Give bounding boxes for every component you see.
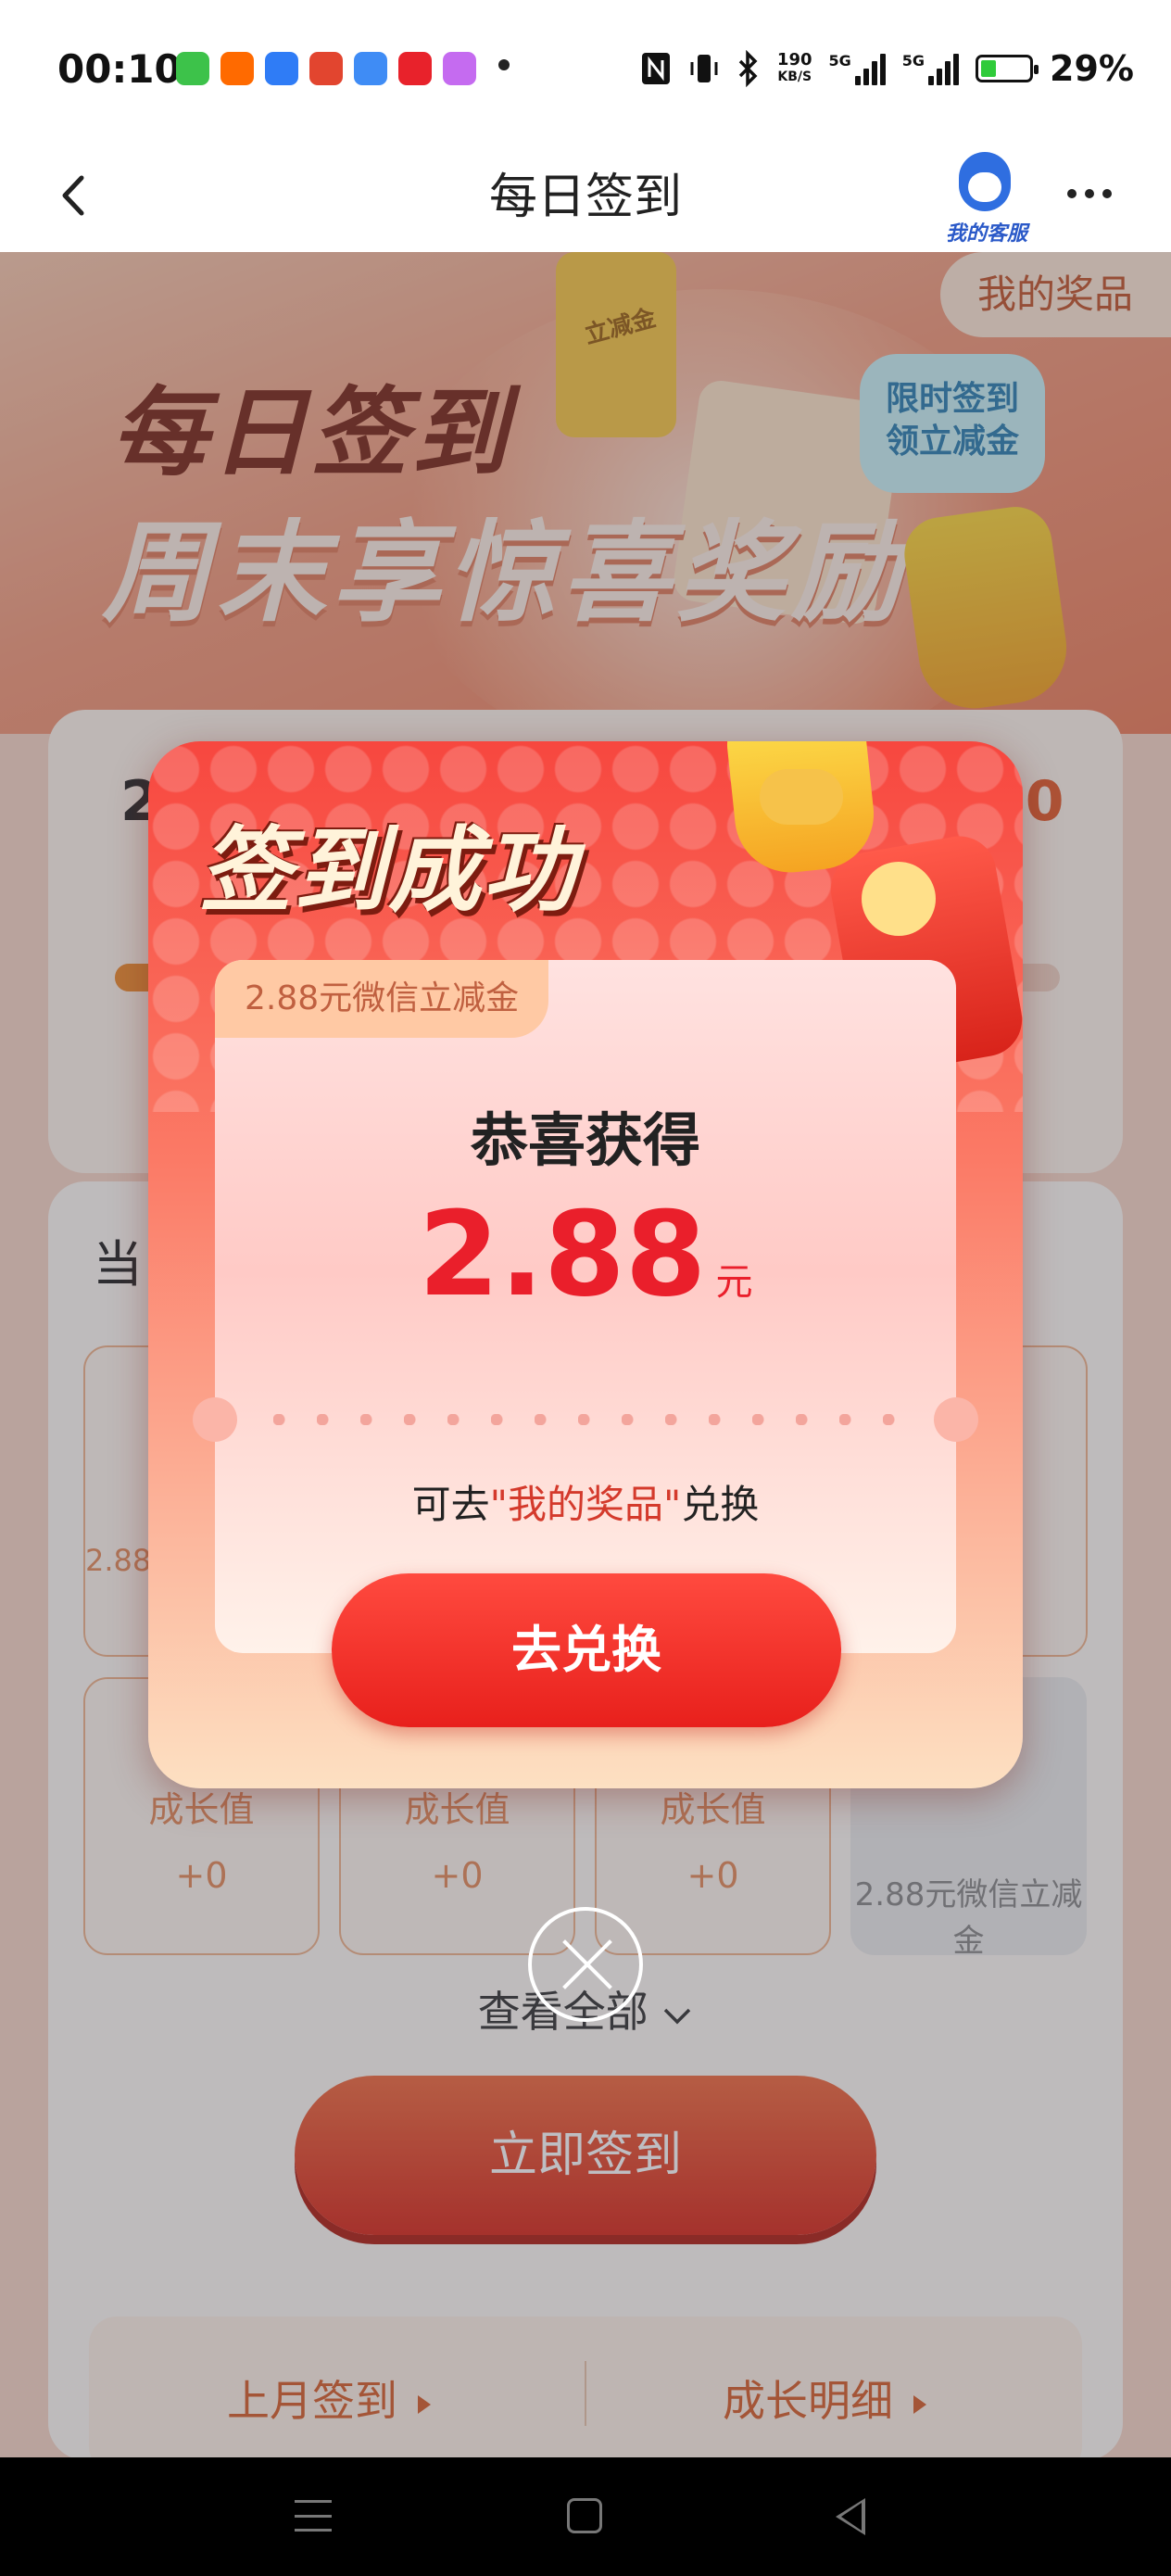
hint-prefix: 可去 xyxy=(411,1482,490,1527)
vibrate-icon xyxy=(690,55,718,82)
signal-bars-icon xyxy=(928,52,960,85)
status-indicators: 190 KB/S 5G 5G 29% xyxy=(640,48,1134,89)
net-speed-value: 190 xyxy=(776,50,812,69)
signal-2: 5G xyxy=(901,52,960,85)
mascot-face xyxy=(968,172,1001,202)
notification-app-icons xyxy=(176,52,476,85)
app-icon xyxy=(220,52,254,85)
network-label: 5G xyxy=(901,52,925,69)
app-icon xyxy=(265,52,298,85)
reward-amount: 2.88 元 xyxy=(215,1186,956,1322)
signal-1: 5G xyxy=(829,52,886,85)
app-icon xyxy=(309,52,343,85)
net-speed: 190 KB/S xyxy=(777,52,812,85)
system-nav-bar xyxy=(0,2457,1171,2576)
more-notifications-dot xyxy=(498,59,510,70)
hint-suffix: 兑换 xyxy=(681,1482,760,1527)
close-icon[interactable] xyxy=(528,1907,643,2022)
bluetooth-icon xyxy=(738,50,758,87)
more-icon[interactable] xyxy=(1067,189,1112,198)
recent-apps-icon[interactable] xyxy=(295,2500,332,2532)
amount-unit: 元 xyxy=(715,1261,753,1304)
customer-service-button[interactable]: 我的客服 xyxy=(931,148,1042,246)
reward-tag: 2.88元微信立减金 xyxy=(215,960,549,1038)
modal-body: 2.88元微信立减金 恭喜获得 2.88 元 可去"我的奖品"兑换 去兑换 xyxy=(148,741,1023,1788)
network-label: 5G xyxy=(828,52,851,69)
redeem-button[interactable]: 去兑换 xyxy=(332,1573,841,1727)
app-icon xyxy=(354,52,387,85)
app-icon xyxy=(398,52,432,85)
customer-service-label: 我的客服 xyxy=(945,222,1027,246)
status-time: 00:10 xyxy=(57,46,182,92)
ticket-notch xyxy=(934,1397,978,1442)
nav-bar: 每日签到 我的客服 xyxy=(0,139,1171,252)
home-icon[interactable] xyxy=(567,2498,602,2533)
app-icon xyxy=(443,52,476,85)
congrats-heading: 恭喜获得 xyxy=(470,1106,700,1174)
ticket-dotted-divider xyxy=(273,1414,903,1425)
back-nav-inner xyxy=(841,2503,862,2531)
battery-percent: 29% xyxy=(1050,48,1134,89)
hint-highlight: "我的奖品" xyxy=(489,1482,682,1527)
amount-value: 2.88 xyxy=(418,1186,707,1322)
redeem-hint: 可去"我的奖品"兑换 xyxy=(215,1473,956,1530)
ticket-notch xyxy=(193,1397,237,1442)
status-bar: 00:10 190 KB/S 5G 5G 29% xyxy=(0,0,1171,139)
signal-bars-icon xyxy=(854,52,886,85)
back-icon[interactable] xyxy=(56,172,93,219)
app-icon xyxy=(176,52,209,85)
nfc-icon xyxy=(641,53,670,84)
battery-icon xyxy=(976,55,1039,82)
net-speed-unit: KB/S xyxy=(777,69,812,84)
